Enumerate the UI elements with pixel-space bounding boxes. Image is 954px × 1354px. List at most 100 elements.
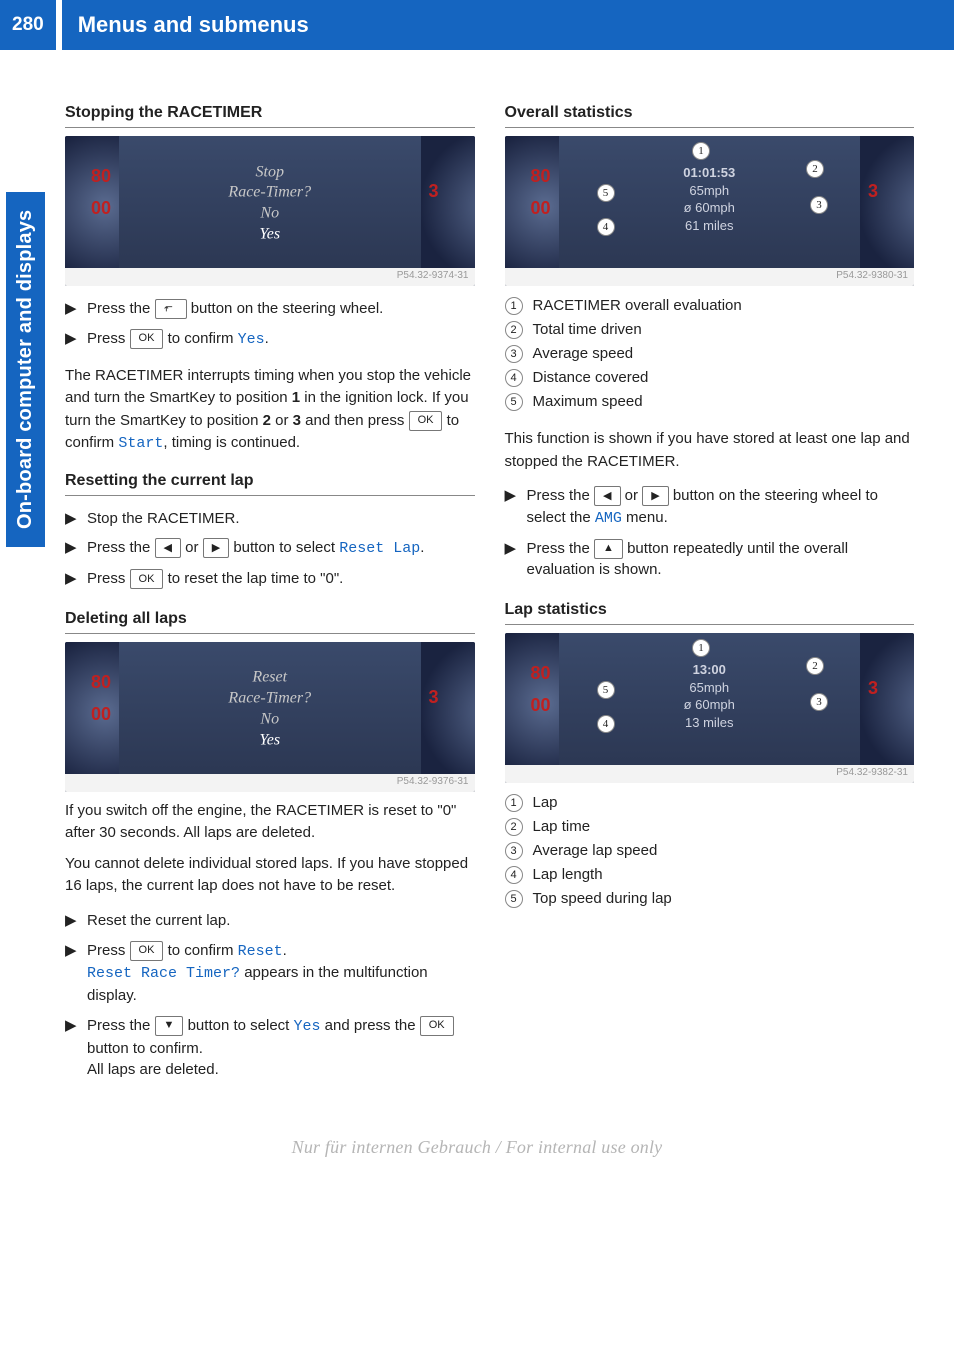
legend-text: Lap length — [533, 866, 603, 883]
callout-4: 4 — [597, 218, 615, 236]
legend-overall: 1RACETIMER overall evaluation 2Total tim… — [505, 294, 915, 414]
gauge-mark: 3 — [868, 181, 878, 202]
figure-ref: P54.32-9382-31 — [505, 765, 915, 783]
display-line: Race-Timer? — [228, 689, 311, 706]
legend-row: 4Lap length — [505, 863, 915, 887]
step-text: Press the button on the steering wheel. — [87, 298, 383, 320]
callout-3: 3 — [810, 693, 828, 711]
legend-text: Top speed during lap — [533, 890, 672, 907]
display-line: 65mph — [683, 181, 735, 199]
legend-text: Average speed — [533, 345, 634, 362]
page-header: 280 Menus and submenus — [0, 0, 954, 52]
step-text: Press OK to confirm Yes. — [87, 328, 269, 351]
display-prompt: Stop Race-Timer? No Yes — [160, 162, 380, 245]
display-line: No — [260, 710, 279, 727]
left-column: Stopping the RACETIMER 80 00 3 Stop Race-… — [65, 88, 475, 1095]
legend-text: RACETIMER overall evaluation — [533, 297, 742, 314]
side-tab-region: On-board computer and displays — [0, 52, 55, 1115]
heading-overall-stats: Overall statistics — [505, 104, 915, 128]
legend-row: 5 Maximum speed — [505, 390, 915, 414]
legend-text: Average lap speed — [533, 842, 658, 859]
gauge-mark: 80 — [91, 166, 111, 187]
callout-5: 5 — [505, 393, 523, 411]
instruction-step: ▶Reset the current lap. — [65, 906, 475, 936]
instruction-step: ▶ Press OK to confirm Reset.Reset Race T… — [65, 936, 475, 1011]
callout-2: 2 — [806, 657, 824, 675]
back-button-icon — [155, 299, 187, 319]
legend-text: Maximum speed — [533, 393, 643, 410]
display-line: 61 miles — [683, 217, 735, 235]
display-line: ø 60mph — [684, 696, 735, 714]
heading-lap-stats: Lap statistics — [505, 601, 915, 625]
display-prompt: Reset Race-Timer? No Yes — [160, 668, 380, 751]
instruction-step: ▶ Press the ◀ or ▶ button on the steerin… — [505, 481, 915, 534]
page-number: 280 — [0, 0, 56, 50]
callout-5: 5 — [597, 681, 615, 699]
ok-button-icon: OK — [130, 569, 164, 589]
display-line: Stop — [256, 163, 284, 180]
heading-deleting-laps: Deleting all laps — [65, 610, 475, 634]
legend-row: 1 RACETIMER overall evaluation — [505, 294, 915, 318]
display-line-selected: Yes — [259, 731, 280, 748]
instruction-step: ▶ Press the ▼ button to select Yes and p… — [65, 1011, 475, 1085]
callout-3: 3 — [505, 345, 523, 363]
triangle-bullet-icon: ▶ — [65, 298, 79, 320]
step-text: Press the ◀ or ▶ button on the steering … — [527, 485, 915, 530]
left-arrow-button-icon: ◀ — [594, 486, 620, 506]
gauge-mark: 80 — [530, 663, 550, 684]
ok-button-icon: OK — [130, 329, 164, 349]
gauge-mark: 3 — [868, 678, 878, 699]
display-line: Reset — [252, 669, 287, 686]
step-text: Press the ▼ button to select Yes and pre… — [87, 1015, 475, 1081]
instruction-step: ▶ Press OK to reset the lap time to "0". — [65, 564, 475, 594]
right-arrow-button-icon: ▶ — [203, 538, 229, 558]
legend-text: Lap — [533, 794, 558, 811]
gauge-mark: 3 — [429, 687, 439, 708]
step-text: Press OK to reset the lap time to "0". — [87, 568, 343, 590]
watermark-text: Nur für internen Gebrauch / For internal… — [0, 1137, 954, 1158]
gauge-mark: 00 — [530, 198, 550, 219]
display-line: ø 60mph — [683, 199, 735, 217]
callout-5: 5 — [597, 184, 615, 202]
triangle-bullet-icon: ▶ — [65, 940, 79, 1007]
instruction-step: ▶Stop the RACETIMER. — [65, 504, 475, 534]
instruction-step: ▶ Press the ▲ button repeatedly until th… — [505, 534, 915, 586]
ok-button-icon: OK — [130, 941, 164, 961]
step-text: Press OK to confirm Reset.Reset Race Tim… — [87, 940, 475, 1007]
legend-row: 5Top speed during lap — [505, 887, 915, 911]
heading-resetting-lap: Resetting the current lap — [65, 472, 475, 496]
section-tab: On-board computer and displays — [6, 192, 45, 547]
right-arrow-button-icon: ▶ — [642, 486, 668, 506]
heading-stopping-racetimer: Stopping the RACETIMER — [65, 104, 475, 128]
instruction-step: ▶ Press the button on the steering wheel… — [65, 294, 475, 324]
gauge-mark: 3 — [429, 181, 439, 202]
triangle-bullet-icon: ▶ — [65, 328, 79, 351]
figure-lap-stats: 8000 3 13:00 65mph ø 60mph 13 miles 1 2 … — [505, 633, 915, 783]
step-text: Reset the current lap. — [87, 910, 230, 932]
gauge-mark: 00 — [91, 198, 111, 219]
gauge-mark: 00 — [91, 704, 111, 725]
display-line: No — [260, 205, 279, 222]
callout-1: 1 — [505, 794, 523, 812]
triangle-bullet-icon: ▶ — [65, 537, 79, 560]
legend-row: 2Lap time — [505, 815, 915, 839]
triangle-bullet-icon: ▶ — [65, 568, 79, 590]
ok-button-icon: OK — [420, 1016, 454, 1036]
ok-button-icon: OK — [409, 411, 443, 431]
instruction-step: ▶ Press OK to confirm Yes. — [65, 324, 475, 355]
callout-1: 1 — [692, 639, 710, 657]
legend-text: Distance covered — [533, 369, 649, 386]
triangle-bullet-icon: ▶ — [505, 538, 519, 582]
display-line: 01:01:53 — [683, 164, 735, 182]
callout-1: 1 — [505, 297, 523, 315]
figure-reset-racetimer: 8000 3 Reset Race-Timer? No Yes P54.32-9… — [65, 642, 475, 792]
paragraph: This function is shown if you have store… — [505, 428, 915, 473]
paragraph: You cannot delete individual stored laps… — [65, 853, 475, 898]
display-stats: 13:00 65mph ø 60mph 13 miles — [684, 661, 735, 731]
legend-text: Total time driven — [533, 321, 642, 338]
figure-ref: P54.32-9374-31 — [65, 268, 475, 286]
legend-text: Lap time — [533, 818, 591, 835]
paragraph: If you switch off the engine, the RACETI… — [65, 800, 475, 845]
gauge-mark: 00 — [530, 695, 550, 716]
callout-3: 3 — [505, 842, 523, 860]
